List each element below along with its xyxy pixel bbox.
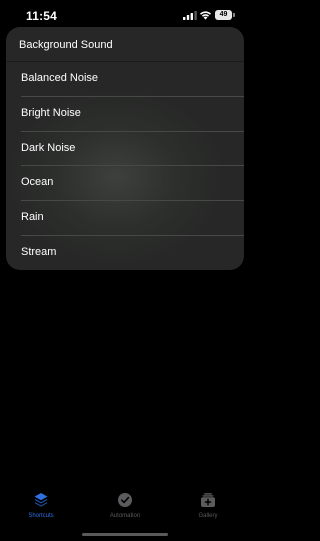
gallery-plus-icon [201, 493, 215, 507]
wifi-icon [200, 11, 211, 20]
battery-cap [233, 13, 235, 17]
menu-item-dark-noise[interactable]: Dark Noise [6, 132, 244, 167]
battery-icon: 49 [215, 10, 232, 20]
tab-automation[interactable]: Automation [95, 492, 155, 519]
menu-item-label: Rain [21, 211, 44, 224]
tab-label: Shortcuts [28, 513, 54, 519]
menu-item-balanced-noise[interactable]: Balanced Noise [6, 62, 244, 97]
menu-item-label: Ocean [21, 176, 54, 189]
clock-check-icon [118, 493, 132, 507]
cellular-signal-icon [183, 11, 197, 20]
menu-item-ocean[interactable]: Ocean [6, 166, 244, 202]
tab-label: Automation [109, 513, 141, 519]
tab-label: Gallery [198, 513, 218, 519]
status-time: 11:54 [26, 9, 58, 23]
menu-item-stream[interactable]: Stream [6, 236, 244, 270]
background-sound-menu: Background Sound Balanced Noise Bright N… [6, 27, 244, 270]
tab-shortcuts[interactable]: Shortcuts [11, 492, 71, 519]
shortcuts-stack-icon [34, 493, 48, 507]
menu-title: Background Sound [19, 39, 113, 51]
menu-list: Balanced Noise Bright Noise Dark Noise O… [6, 62, 244, 270]
menu-item-bright-noise[interactable]: Bright Noise [6, 97, 244, 132]
menu-item-rain[interactable]: Rain [6, 201, 244, 236]
menu-item-label: Balanced Noise [21, 72, 99, 84]
home-indicator [82, 533, 168, 536]
menu-item-label: Stream [21, 245, 57, 258]
menu-item-label: Dark Noise [21, 141, 76, 154]
tab-gallery[interactable]: Gallery [178, 492, 238, 519]
menu-item-label: Bright Noise [21, 106, 81, 119]
